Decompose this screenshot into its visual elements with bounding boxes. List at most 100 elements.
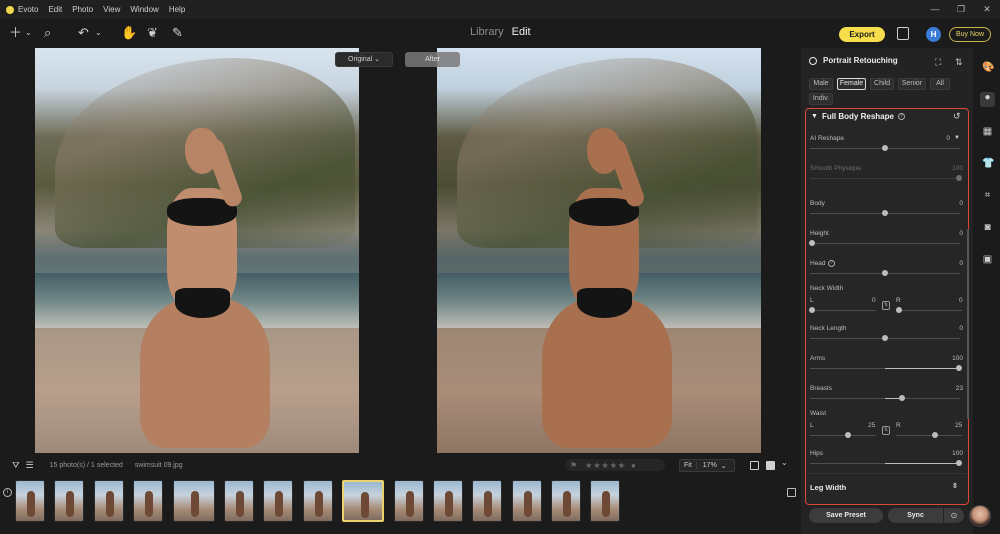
- hand-pan-icon[interactable]: ✋: [121, 25, 137, 41]
- menu-view[interactable]: View: [103, 5, 120, 14]
- breasts-value[interactable]: 23: [956, 385, 963, 392]
- thumbnail[interactable]: [472, 480, 503, 522]
- thumbnail[interactable]: [133, 480, 164, 522]
- eraser-icon[interactable]: ✎: [172, 25, 183, 41]
- sync-options-icon[interactable]: ⊙: [944, 508, 964, 523]
- ai-reshape-value[interactable]: 0: [946, 135, 950, 142]
- thumbnail[interactable]: [93, 480, 124, 522]
- sort-icon[interactable]: ☰: [26, 460, 34, 471]
- mask-brush-icon[interactable]: ❦: [147, 25, 158, 41]
- arms-slider[interactable]: [956, 365, 962, 371]
- chip-individual[interactable]: Indiv.: [809, 93, 833, 105]
- palette-icon[interactable]: 🎨: [982, 62, 994, 73]
- arms-value[interactable]: 100: [952, 355, 963, 362]
- body-slider[interactable]: [882, 210, 888, 216]
- filter-icon[interactable]: ⛛: [12, 460, 20, 471]
- thumbnail-selected[interactable]: [342, 480, 385, 522]
- color-label-icon[interactable]: ●: [631, 461, 636, 470]
- menu-edit[interactable]: Edit: [48, 5, 62, 14]
- save-preset-button[interactable]: Save Preset: [809, 508, 883, 523]
- clothing-icon[interactable]: 👕: [982, 158, 994, 169]
- thumbnail[interactable]: [590, 480, 621, 522]
- hips-slider[interactable]: [956, 460, 962, 466]
- close-icon[interactable]: ✕: [974, 0, 1000, 19]
- leg-width-section[interactable]: Leg Width ⇳: [806, 473, 967, 499]
- undo-icon[interactable]: ↶: [78, 25, 89, 41]
- neck-width-left-slider[interactable]: [809, 307, 815, 313]
- thumbnail[interactable]: [432, 480, 463, 522]
- waist-right-value[interactable]: 25: [955, 422, 962, 429]
- head-value[interactable]: 0: [959, 260, 963, 267]
- expand-collapse-icon[interactable]: ⇳: [952, 482, 958, 490]
- thumbnail[interactable]: [15, 480, 45, 522]
- zoom-level[interactable]: 17%: [697, 462, 721, 469]
- thumbnail[interactable]: [54, 480, 85, 522]
- height-slider[interactable]: [809, 240, 815, 246]
- flag-icon[interactable]: ⚑: [570, 461, 577, 470]
- sync-button[interactable]: Sync: [888, 508, 943, 523]
- body-value[interactable]: 0: [959, 200, 963, 207]
- height-value[interactable]: 0: [959, 230, 963, 237]
- thumbnail[interactable]: [511, 480, 542, 522]
- breasts-slider[interactable]: [899, 395, 905, 401]
- camera-icon[interactable]: ◙: [982, 222, 993, 233]
- chip-senior[interactable]: Senior: [898, 78, 926, 90]
- thumbnail[interactable]: [223, 480, 254, 522]
- collapse-triangle-icon[interactable]: ▼: [811, 113, 818, 120]
- folder-add-icon[interactable]: ▣: [982, 254, 993, 265]
- image-canvas[interactable]: Original ⌄ After i: [0, 48, 800, 497]
- reset-icon[interactable]: ↺: [953, 111, 961, 122]
- menu-photo[interactable]: Photo: [72, 5, 93, 14]
- chevron-down-icon[interactable]: ⌄: [781, 458, 788, 467]
- neck-length-slider[interactable]: [882, 335, 888, 341]
- compare-view-icon[interactable]: [766, 461, 775, 470]
- compare-mode-dropdown[interactable]: Original ⌄: [335, 52, 393, 67]
- chip-male[interactable]: Male: [809, 78, 833, 90]
- ai-reshape-slider[interactable]: [882, 145, 888, 151]
- maximize-icon[interactable]: ❐: [948, 0, 974, 19]
- buy-now-button[interactable]: Buy Now: [949, 27, 991, 42]
- waist-right-slider[interactable]: [932, 432, 938, 438]
- panel-scrollbar[interactable]: [967, 229, 969, 419]
- neck-length-value[interactable]: 0: [959, 325, 963, 332]
- swap-icon[interactable]: ⇅: [955, 57, 963, 68]
- face-select-icon[interactable]: ⛶: [935, 57, 941, 68]
- neck-width-left-value[interactable]: 0: [872, 297, 876, 304]
- single-view-icon[interactable]: [750, 461, 759, 470]
- help-icon[interactable]: ?: [828, 260, 835, 267]
- waist-left-value[interactable]: 25: [868, 422, 875, 429]
- thumbnail[interactable]: [551, 480, 582, 522]
- ai-reshape-dropdown-icon[interactable]: ▼: [954, 135, 960, 141]
- add-icon[interactable]: ＋: [9, 25, 22, 41]
- portrait-face-icon[interactable]: ●: [980, 92, 995, 107]
- user-avatar[interactable]: [969, 505, 991, 527]
- export-button[interactable]: Export: [839, 27, 885, 42]
- search-icon[interactable]: ⌕: [44, 25, 51, 41]
- tab-edit[interactable]: Edit: [512, 26, 531, 38]
- hips-value[interactable]: 100: [952, 450, 963, 457]
- minimize-icon[interactable]: —: [922, 0, 948, 19]
- chip-female[interactable]: Female: [837, 78, 866, 90]
- thumbnail[interactable]: [302, 480, 333, 522]
- neck-width-right-slider[interactable]: [896, 307, 902, 313]
- help-icon[interactable]: ?: [897, 113, 905, 120]
- crop-icon[interactable]: ⌗: [982, 190, 993, 201]
- account-avatar[interactable]: H: [926, 27, 941, 42]
- neck-width-right-value[interactable]: 0: [959, 297, 963, 304]
- chip-child[interactable]: Child: [870, 78, 894, 90]
- chevron-down-icon[interactable]: ⌄: [25, 25, 32, 41]
- tab-library[interactable]: Library: [470, 26, 504, 38]
- thumbnail[interactable]: [393, 480, 424, 522]
- background-grid-icon[interactable]: ▦: [982, 126, 993, 137]
- menu-help[interactable]: Help: [169, 5, 185, 14]
- section-header[interactable]: ▼ Full Body Reshape ?: [811, 112, 905, 121]
- before-after-compare-icon[interactable]: [897, 27, 909, 40]
- menu-window[interactable]: Window: [130, 5, 158, 14]
- head-slider[interactable]: [882, 270, 888, 276]
- link-icon[interactable]: ⇅: [882, 426, 890, 435]
- thumbnail[interactable]: [172, 480, 215, 522]
- thumbnail[interactable]: [263, 480, 294, 522]
- info-icon[interactable]: i: [3, 488, 12, 497]
- zoom-control[interactable]: Fit 17% ⌄: [679, 459, 735, 472]
- fit-button[interactable]: Fit: [680, 462, 697, 469]
